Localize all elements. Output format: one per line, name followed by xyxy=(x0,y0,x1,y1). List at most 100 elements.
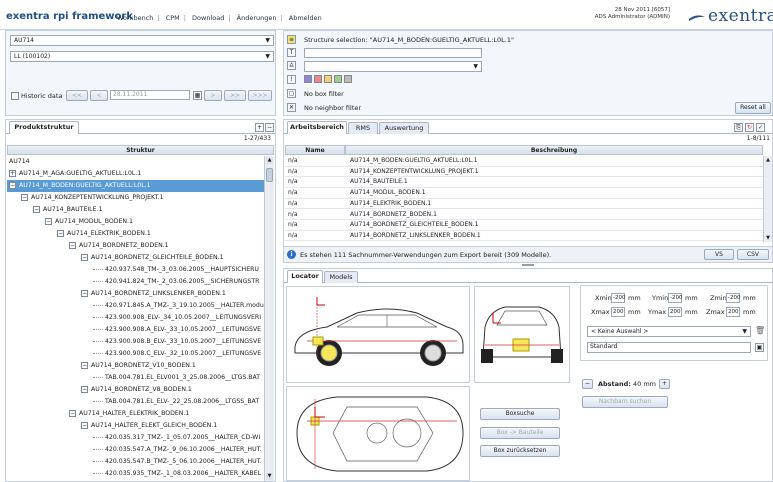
name-column-header[interactable]: Name xyxy=(285,145,345,155)
grid-row[interactable]: n/a AU714_BORDNETZ_LINKSLENKER_BODEN.1 xyxy=(285,231,763,242)
pager-fast-button[interactable]: >> xyxy=(224,90,246,101)
grid-row[interactable]: n/a AU714_KONZEPTENTWICKLUNG_PROJEKT.1 xyxy=(285,167,763,178)
collapse-icon[interactable]: − xyxy=(81,289,88,297)
tree-node[interactable]: − AU714_BORDNETZ_BODEN.1 xyxy=(7,240,264,252)
nav-download[interactable]: Download xyxy=(192,14,224,22)
tree-node[interactable]: + AU714_M_AGA:GUELTIG_AKTUELL:L0L.1 xyxy=(7,168,264,180)
swatch-blue[interactable] xyxy=(304,75,312,83)
grid-row[interactable]: n/a AU714_MODUL_BODEN.1 xyxy=(285,188,763,199)
collapse-icon[interactable]: − xyxy=(81,385,88,393)
box-bauteile-button[interactable]: Box -> Bauteile xyxy=(480,427,560,439)
boxsuche-button[interactable]: Boxsuche xyxy=(480,408,560,420)
nav-aenderungen[interactable]: Änderungen xyxy=(237,14,277,22)
tree-node[interactable]: − AU714_BORDNETZ_GLEICHTEILE_BODEN.1 xyxy=(7,252,264,264)
tree-node[interactable]: − AU714_BORDNETZ_LINKSLENKER_BODEN.1 xyxy=(7,288,264,300)
tree-node[interactable]: 423.900.908_ELV-_34_10.05.2007__LEITUNGS… xyxy=(7,312,264,324)
tree-node[interactable]: 420.941.824_TM-_2_03.06.2005__SICHERUNGS… xyxy=(7,276,264,288)
swatch-grey[interactable] xyxy=(344,75,352,83)
collapse-icon[interactable]: − xyxy=(69,409,76,417)
trash-icon[interactable]: 🗑 xyxy=(755,326,765,335)
scroll-down-icon[interactable]: ▼ xyxy=(266,473,273,480)
tree-node[interactable]: − AU714_BAUTEILE.1 xyxy=(7,204,264,216)
abstand-plus-button[interactable]: + xyxy=(659,379,670,389)
pager-next-button[interactable]: > xyxy=(204,90,222,101)
tree-node[interactable]: 420.035.547.B_TMZ-_5_06.10.2006__HALTER_… xyxy=(7,456,264,468)
tree-node[interactable]: − AU714_HALTER_ELEKT_GLEICH_BODEN.1 xyxy=(7,420,264,432)
tab-locator[interactable]: Locator xyxy=(287,270,323,283)
xmax-input[interactable]: 200 xyxy=(611,307,625,317)
car-side-view[interactable] xyxy=(286,286,470,383)
struktur-column-header[interactable]: Struktur xyxy=(7,145,274,155)
tree-node[interactable]: TAB.004.781.EL_ELV-_22_25.08.2006__LTGSS… xyxy=(7,396,264,408)
warning-filter-icon[interactable]: ! xyxy=(287,75,296,84)
scroll-up-icon[interactable]: ▲ xyxy=(765,157,771,163)
tree-scrollbar[interactable]: ▲ ▼ xyxy=(264,156,274,481)
collapse-all-icon[interactable]: − xyxy=(265,123,274,132)
collapse-icon[interactable]: − xyxy=(57,229,64,237)
grid-row[interactable]: n/a AU714_BAUTEILE.1 xyxy=(285,177,763,188)
model-select[interactable]: AU714 ▼ xyxy=(10,35,274,46)
tab-arbeitsbereich[interactable]: Arbeitsbereich xyxy=(287,121,347,134)
swatch-green[interactable] xyxy=(334,75,342,83)
refresh-icon[interactable]: ↻ xyxy=(745,123,754,132)
abstand-minus-button[interactable]: − xyxy=(582,379,593,389)
tree-node[interactable]: 420.971.845.A_TMZ-_3_19.10.2005__HALTER.… xyxy=(7,300,264,312)
tree-node[interactable]: − AU714_M_BODEN:GUELTIG_AKTUELL:L0L.1 xyxy=(7,180,264,192)
xmin-input[interactable]: -200 xyxy=(611,293,625,303)
reset-all-button[interactable]: Reset all xyxy=(735,102,771,114)
tree-node[interactable]: − AU714_BORDNETZ_V8_BODEN.1 xyxy=(7,384,264,396)
collapse-icon[interactable]: − xyxy=(9,181,16,189)
nav-cpm[interactable]: CPM xyxy=(166,14,180,22)
expand-all-icon[interactable]: + xyxy=(255,123,264,132)
vs-button[interactable]: VS xyxy=(704,249,734,260)
collapse-icon[interactable]: − xyxy=(69,241,76,249)
scroll-thumb[interactable] xyxy=(266,168,273,182)
tab-models[interactable]: Models xyxy=(324,271,358,283)
pager-first-button[interactable]: << xyxy=(66,90,88,101)
splitter-handle[interactable] xyxy=(522,264,534,266)
historic-checkbox[interactable] xyxy=(11,92,19,100)
tab-rms[interactable]: RMS xyxy=(348,122,378,134)
tree-node[interactable]: 423.900.908.C_ELV-_32_10.05.2007__LEITUN… xyxy=(7,348,264,360)
save-icon[interactable]: ▣ xyxy=(755,343,764,352)
tree-node[interactable]: TAB.004.781.EL_ELV001_3_25.08.2006__LTGS… xyxy=(7,372,264,384)
car-front-view[interactable] xyxy=(474,286,570,383)
scroll-down-icon[interactable]: ▼ xyxy=(765,235,771,241)
text-filter-icon[interactable]: T xyxy=(287,48,296,57)
tree-node[interactable]: AU714 xyxy=(7,156,264,168)
beschreibung-column-header[interactable]: Beschreibung xyxy=(345,145,763,155)
ymin-input[interactable]: -200 xyxy=(668,293,682,303)
preset-name-input[interactable]: Standard xyxy=(587,342,751,353)
swatch-yellow[interactable] xyxy=(324,75,332,83)
neighbor-filter-icon[interactable]: ✕ xyxy=(287,103,296,112)
tree-node[interactable]: 420.035.547.A_TMZ-_9_06.10.2006__HALTER_… xyxy=(7,444,264,456)
pager-prev-button[interactable]: < xyxy=(90,90,108,101)
grid-row[interactable]: n/a AU714_BORDNETZ_BODEN.1 xyxy=(285,210,763,220)
tree-node[interactable]: 420.035.317_TMZ-_1_05.07.2005__HALTER_CD… xyxy=(7,432,264,444)
date-field[interactable]: 28.11.2011 xyxy=(110,90,190,100)
tree-node[interactable]: − AU714_MODUL_BODEN.1 xyxy=(7,216,264,228)
collapse-icon[interactable]: − xyxy=(81,361,88,369)
tree-node[interactable]: 423.900.908.B_ELV-_33_10.05.2007__LEITUN… xyxy=(7,336,264,348)
nav-abmelden[interactable]: Abmelden xyxy=(289,14,322,22)
tree-node[interactable]: 420.035.935_TMZ-_1_08.03.2006__HALTER_KA… xyxy=(7,468,264,480)
pager-last-button[interactable]: >>> xyxy=(248,90,272,101)
swatch-red[interactable] xyxy=(314,75,322,83)
filter-select[interactable]: ▼ xyxy=(304,61,482,72)
zmin-input[interactable]: -200 xyxy=(726,293,740,303)
preset-select[interactable]: < Keine Auswahl > ▼ xyxy=(587,326,751,337)
expand-icon[interactable]: + xyxy=(9,169,16,177)
text-filter-input[interactable] xyxy=(304,48,482,58)
zmax-input[interactable]: 200 xyxy=(726,307,740,317)
tree-node[interactable]: 420.937.548_TM-_3_03.06.2005__HAUPTSICHE… xyxy=(7,264,264,276)
ymax-input[interactable]: 200 xyxy=(668,307,682,317)
tree-node[interactable]: − AU714_HALTER_ELEKTRIK_BODEN.1 xyxy=(7,408,264,420)
collapse-icon[interactable]: − xyxy=(33,205,40,213)
csv-button[interactable]: CSV xyxy=(737,249,769,260)
calendar-icon[interactable]: ▦ xyxy=(193,91,202,100)
nachbarn-suchen-button[interactable]: Nachbarn suchen xyxy=(582,396,668,408)
scroll-up-icon[interactable]: ▲ xyxy=(266,157,273,164)
tree-node[interactable]: 423.900.908.A_ELV-_33_10.05.2007__LEITUN… xyxy=(7,324,264,336)
car-top-view[interactable] xyxy=(286,386,470,481)
collapse-icon[interactable]: − xyxy=(45,217,52,225)
